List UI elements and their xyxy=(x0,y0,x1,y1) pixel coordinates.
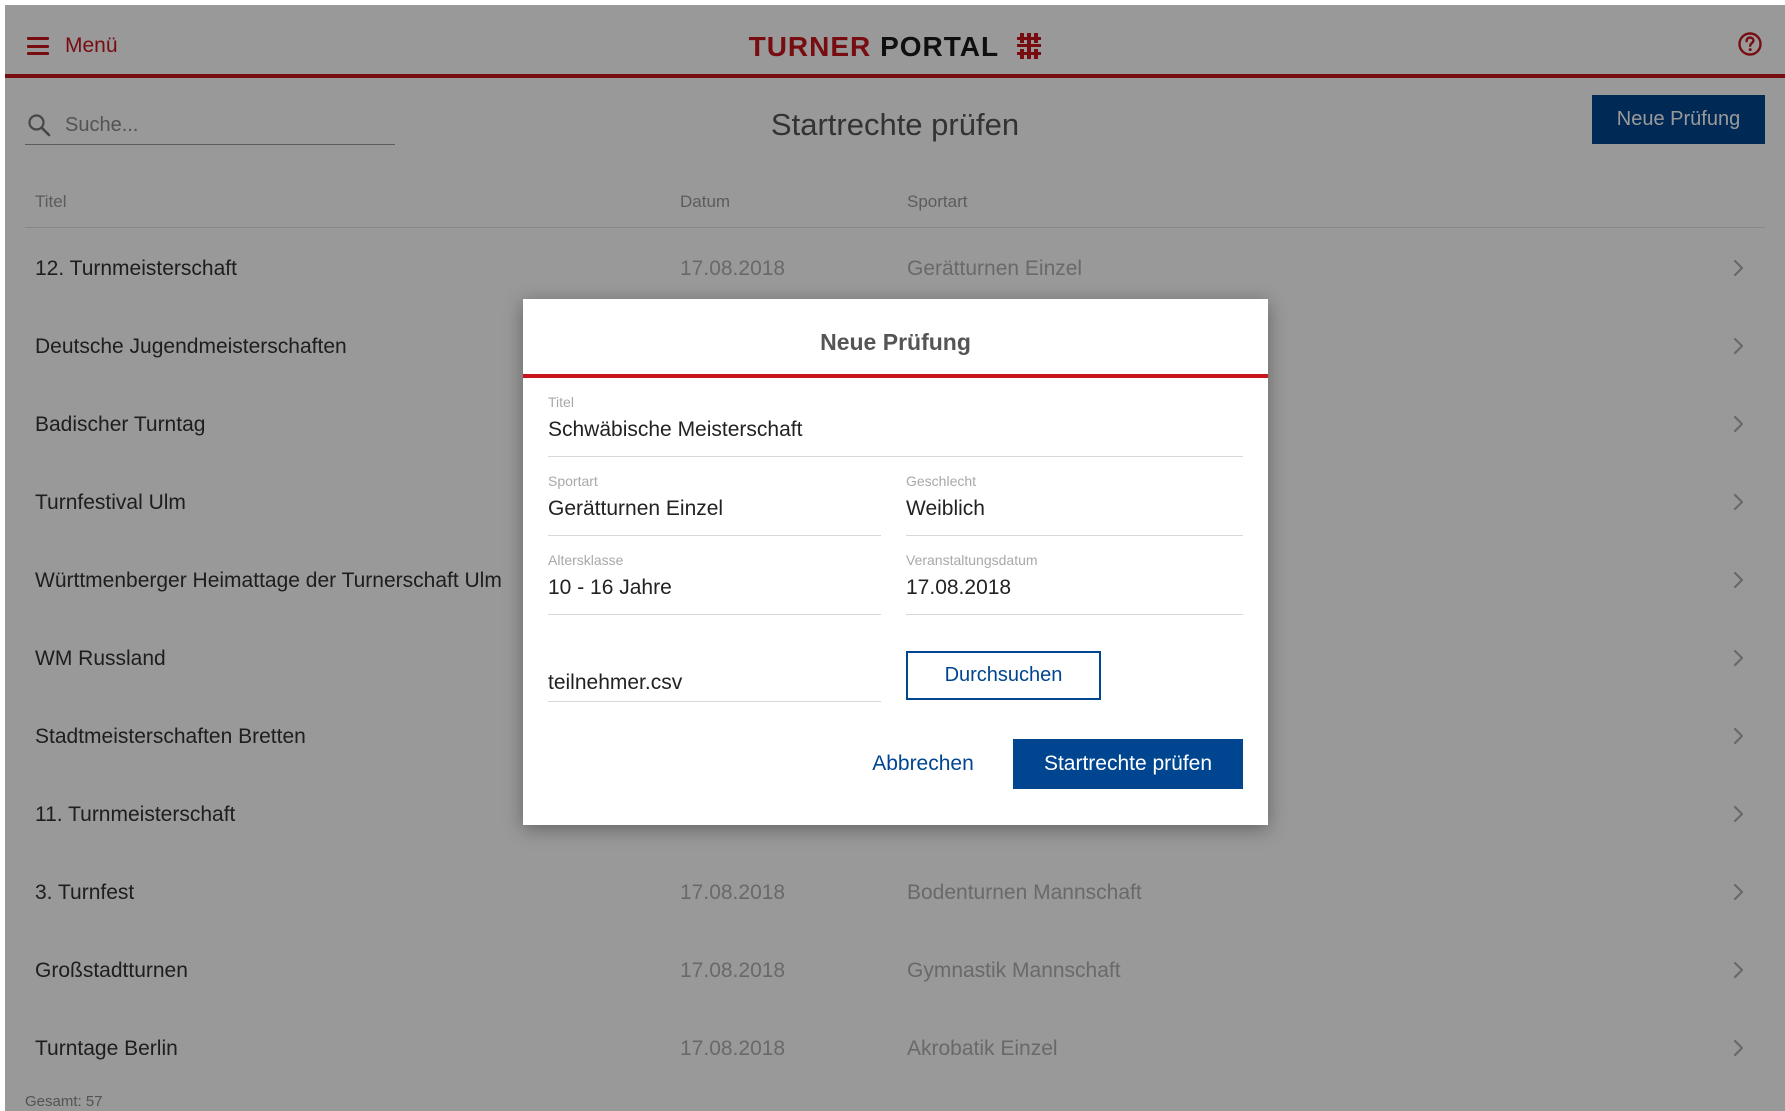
browse-button[interactable]: Durchsuchen xyxy=(906,651,1101,700)
cancel-button[interactable]: Abbrechen xyxy=(863,739,983,789)
title-field-value[interactable]: Schwäbische Meisterschaft xyxy=(548,418,802,442)
gender-select-value[interactable]: Weiblich xyxy=(906,497,985,521)
new-check-dialog: Neue Prüfung Titel Schwäbische Meistersc… xyxy=(523,299,1268,825)
dialog-header: Neue Prüfung xyxy=(523,299,1268,378)
event-date-field[interactable]: Veranstaltungsdatum 17.08.2018 xyxy=(906,552,1243,615)
sport-select-value[interactable]: Gerätturnen Einzel xyxy=(548,497,723,521)
check-start-rights-button[interactable]: Startrechte prüfen xyxy=(1013,739,1243,789)
title-field-label: Titel xyxy=(548,394,574,410)
age-class-value[interactable]: 10 - 16 Jahre xyxy=(548,576,672,600)
event-date-value[interactable]: 17.08.2018 xyxy=(906,576,1011,600)
file-path-value[interactable]: teilnehmer.csv xyxy=(548,671,682,695)
gender-select-label: Geschlecht xyxy=(906,473,977,489)
file-path-field[interactable]: teilnehmer.csv xyxy=(548,653,881,702)
sport-select[interactable]: Sportart Gerätturnen Einzel xyxy=(548,473,881,536)
title-field[interactable]: Titel Schwäbische Meisterschaft xyxy=(548,394,1243,457)
app-window: Menü TURNER PORTAL Suche... Startrechte … xyxy=(5,5,1785,1111)
dialog-title: Neue Prüfung xyxy=(820,329,971,355)
sport-select-label: Sportart xyxy=(548,473,598,489)
age-class-label: Altersklasse xyxy=(548,552,624,568)
gender-select[interactable]: Geschlecht Weiblich xyxy=(906,473,1243,536)
event-date-label: Veranstaltungsdatum xyxy=(906,552,1038,568)
age-class-select[interactable]: Altersklasse 10 - 16 Jahre xyxy=(548,552,881,615)
